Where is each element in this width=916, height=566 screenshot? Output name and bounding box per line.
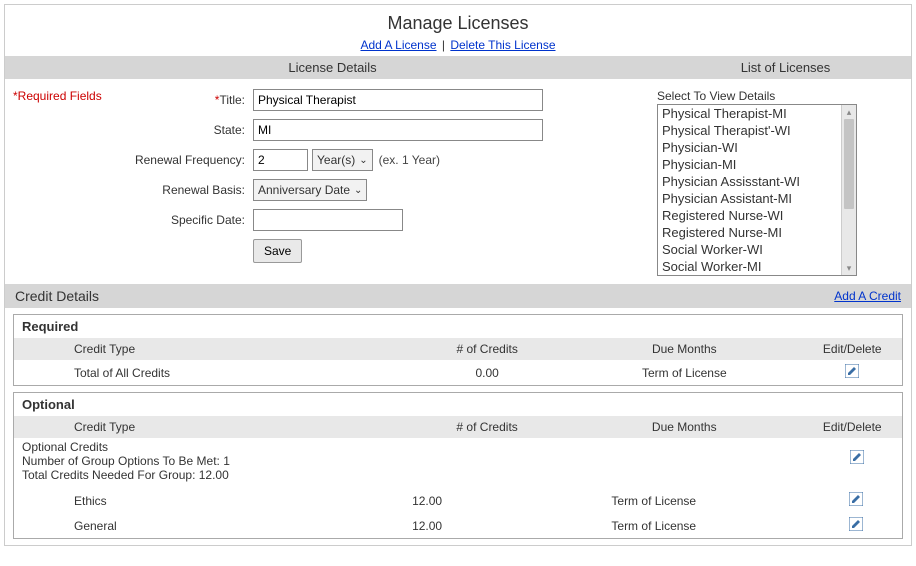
specific-date-label: Specific Date: [133, 213, 253, 227]
group-line2: Total Credits Needed For Group: 12.00 [22, 468, 894, 482]
cell-credit-type: General [14, 513, 356, 538]
renewal-frequency-unit-select[interactable]: Year(s) ⌄ [312, 149, 373, 171]
table-row: Ethics12.00Term of License [14, 488, 902, 513]
cell-num-credits: 12.00 [356, 488, 498, 513]
optional-group-info: Optional Credits Number of Group Options… [14, 438, 902, 488]
separator: | [442, 38, 445, 52]
col-due-months: Due Months [566, 338, 802, 360]
scroll-thumb[interactable] [844, 119, 854, 209]
col-credit-type: Credit Type [14, 338, 408, 360]
required-fields-label: *Required Fields [13, 89, 133, 103]
title-label: *Title: [133, 93, 253, 107]
table-row: General12.00Term of License [14, 513, 902, 538]
renewal-frequency-input[interactable] [253, 149, 308, 171]
listbox-label: Select To View Details [657, 89, 903, 103]
cell-edit [809, 488, 902, 513]
title-input[interactable] [253, 89, 543, 111]
list-item[interactable]: Social Worker-WI [658, 241, 841, 258]
scrollbar[interactable]: ▴ ▾ [841, 105, 856, 275]
chevron-down-icon: ⌄ [354, 185, 362, 196]
list-item[interactable]: Registered Nurse-WI [658, 207, 841, 224]
table-row: Total of All Credits0.00Term of License [14, 360, 902, 385]
add-credit-link[interactable]: Add A Credit [834, 289, 901, 303]
col-due-months: Due Months [566, 416, 802, 438]
col-edit-delete: Edit/Delete [802, 338, 902, 360]
col-edit-delete: Edit/Delete [802, 416, 902, 438]
required-title: Required [14, 315, 902, 338]
renewal-basis-label: Renewal Basis: [133, 183, 253, 197]
renewal-frequency-hint: (ex. 1 Year) [379, 153, 440, 167]
list-item[interactable]: Physician-WI [658, 139, 841, 156]
cell-credit-type: Total of All Credits [14, 360, 408, 385]
state-input[interactable] [253, 119, 543, 141]
edit-icon[interactable] [845, 364, 859, 378]
section-headers-bar: License Details List of Licenses [5, 56, 911, 79]
list-item[interactable]: Physical Therapist'-WI [658, 122, 841, 139]
specific-date-input[interactable] [253, 209, 403, 231]
group-line1: Number of Group Options To Be Met: 1 [22, 454, 894, 468]
chevron-down-icon: ⌄ [359, 155, 367, 166]
license-form: *Title: State: Renewal Frequency: Year(s… [133, 89, 653, 271]
list-item[interactable]: Physical Therapist-MI [658, 105, 841, 122]
cell-num-credits: 0.00 [408, 360, 566, 385]
cell-due-months: Term of License [566, 360, 802, 385]
add-license-link[interactable]: Add A License [360, 38, 436, 52]
list-item[interactable]: Registered Nurse-MI [658, 224, 841, 241]
renewal-basis-select[interactable]: Anniversary Date ⌄ [253, 179, 367, 201]
cell-num-credits: 12.00 [356, 513, 498, 538]
required-credits-block: Required Credit Type # of Credits Due Mo… [13, 314, 903, 386]
license-details-header: License Details [5, 60, 660, 75]
save-button[interactable]: Save [253, 239, 302, 263]
list-item[interactable]: Physician Assistant-MI [658, 190, 841, 207]
cell-due-months: Term of License [498, 513, 809, 538]
list-item[interactable]: Physician Assisstant-WI [658, 173, 841, 190]
edit-icon[interactable] [850, 450, 864, 464]
list-item[interactable]: Physician-MI [658, 156, 841, 173]
scroll-up-icon[interactable]: ▴ [842, 105, 856, 119]
state-label: State: [133, 123, 253, 137]
cell-due-months: Term of License [498, 488, 809, 513]
cell-edit [802, 360, 902, 385]
page-title: Manage Licenses [5, 13, 911, 34]
credit-details-label: Credit Details [15, 288, 99, 304]
col-num-credits: # of Credits [408, 416, 566, 438]
renewal-frequency-label: Renewal Frequency: [133, 153, 253, 167]
page-header: Manage Licenses Add A License | Delete T… [5, 5, 911, 56]
col-credit-type: Credit Type [14, 416, 408, 438]
scroll-down-icon[interactable]: ▾ [842, 261, 856, 275]
header-links: Add A License | Delete This License [5, 38, 911, 52]
group-header: Optional Credits [22, 440, 894, 454]
optional-credits-block: Optional Credit Type # of Credits Due Mo… [13, 392, 903, 539]
credit-details-bar: Credit Details Add A Credit [5, 284, 911, 308]
cell-credit-type: Ethics [14, 488, 356, 513]
edit-icon[interactable] [849, 492, 863, 506]
license-listbox[interactable]: Physical Therapist-MIPhysical Therapist'… [657, 104, 857, 276]
edit-icon[interactable] [849, 517, 863, 531]
cell-edit [809, 513, 902, 538]
optional-title: Optional [14, 393, 902, 416]
license-list-header: List of Licenses [660, 60, 911, 75]
col-num-credits: # of Credits [408, 338, 566, 360]
list-item[interactable]: Social Worker-MI [658, 258, 841, 275]
delete-license-link[interactable]: Delete This License [450, 38, 555, 52]
